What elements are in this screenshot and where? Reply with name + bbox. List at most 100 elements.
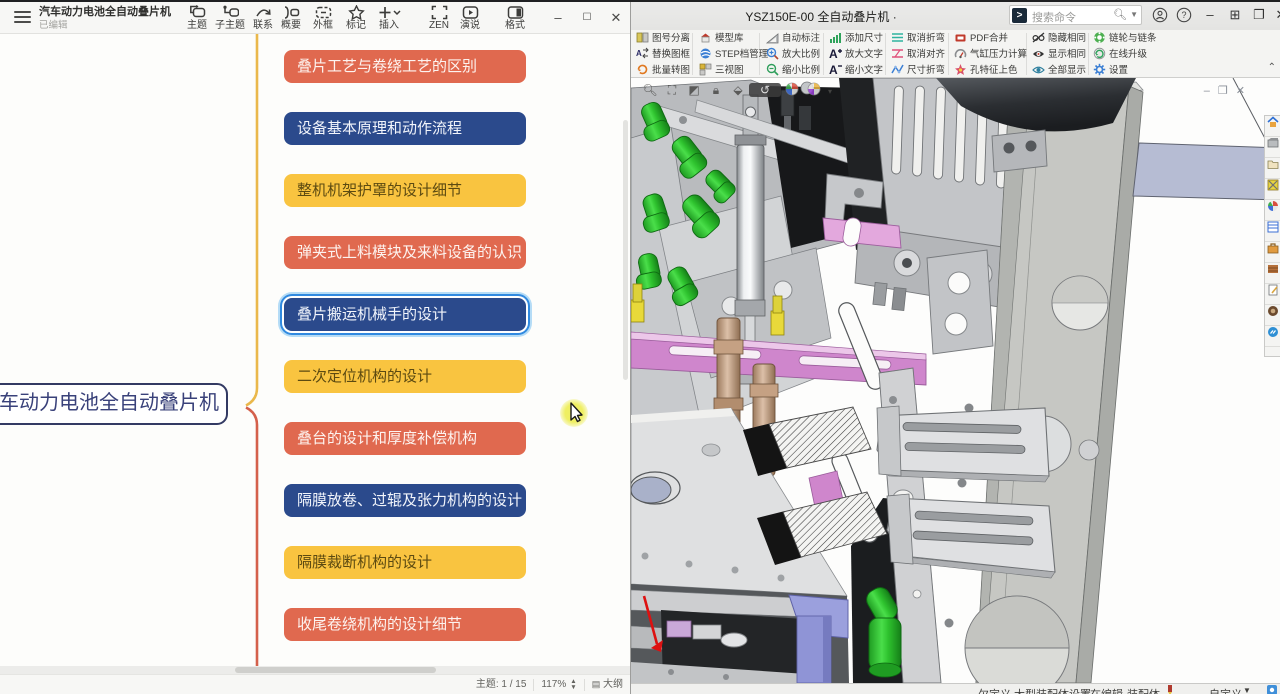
topic-node[interactable]: 叠台的设计和厚度补偿机构 (284, 422, 526, 455)
topic-node[interactable]: 叠片搬运机械手的设计 (284, 298, 526, 331)
document-window-controls[interactable]: –❐✕ (1204, 84, 1253, 97)
cad-tool-sprocket-chain[interactable]: 链轮与链条 (1093, 31, 1157, 47)
materials-icon[interactable] (1265, 263, 1280, 284)
view-palette-icon[interactable] (1265, 179, 1280, 200)
xmind-tool-marker[interactable]: 标记 (339, 5, 373, 31)
toolbar-separator (948, 33, 949, 75)
rotate-dark-icon[interactable]: ↺ (749, 83, 781, 97)
appearances-ball-icon[interactable] (1265, 200, 1280, 221)
command-search-box[interactable]: > 搜索命令 🔍︎ ▼ (1009, 5, 1142, 25)
text-bigger-icon: A (829, 47, 842, 60)
topic-node[interactable]: 弹夹式上料模块及来料设备的认识 (284, 236, 526, 269)
topic-node[interactable]: 收尾卷绕机构的设计细节 (284, 608, 526, 641)
cad-tool-sheet-split[interactable]: 图号分离 (636, 31, 690, 47)
horizontal-scrollbar-thumb[interactable] (235, 667, 436, 673)
toolbar-collapse-icon[interactable]: ⌃ (1268, 62, 1276, 73)
xmind-tool-pitch-play[interactable]: 演说 (453, 5, 487, 31)
root-topic-node[interactable]: 汽车动力电池全自动叠片机 (0, 383, 228, 425)
close-button[interactable]: ✕ (606, 8, 626, 28)
cad-tool-text-smaller[interactable]: A 缩小文字 (829, 63, 883, 79)
topic-node[interactable]: 设备基本原理和动作流程 (284, 112, 526, 145)
xmind-tool-boundary[interactable]: 外框 (306, 5, 340, 31)
heads-up-view-toolbar[interactable]: 🔍︎ ⛶ ◩ 🔒︎ ⬙ ↺ ▾ (639, 81, 835, 99)
xmind-tool-topic[interactable]: 主题 (180, 5, 214, 31)
cad-tool-three-views[interactable]: 三视图 (699, 63, 744, 79)
appearance-ball-icon[interactable] (803, 82, 825, 97)
toolbox-icon[interactable] (1265, 242, 1280, 263)
cad-tool-text-bigger[interactable]: A 放大文字 (829, 47, 883, 63)
cad-tool-replace-frame[interactable]: A 替换图框 (636, 47, 690, 63)
scale-down-icon (766, 63, 779, 76)
zoom-level[interactable]: 117% (541, 678, 566, 692)
account-icon[interactable] (1150, 5, 1170, 25)
help-icon[interactable]: ? (1174, 5, 1194, 25)
minimize-icon[interactable]: – (1200, 5, 1220, 25)
view-cube-icon[interactable]: ⬙ (727, 83, 749, 97)
document-title-block: 汽车动力电池全自动叠片机 已编辑 (39, 5, 171, 31)
home-icon[interactable] (1265, 116, 1280, 137)
tray-icon[interactable] (1267, 685, 1277, 694)
cad-tool-dim-bend[interactable]: 尺寸折弯 (891, 63, 945, 79)
xmind-tool-summary[interactable]: 概要 (274, 5, 308, 31)
cad-tool-add-dimension[interactable]: 添加尺寸 (829, 31, 883, 47)
close-icon[interactable]: ✕ (1271, 5, 1280, 25)
cad-tool-auto-dimension[interactable]: 自动标注 (766, 31, 820, 47)
mindmap-canvas[interactable]: 叠片工艺与卷绕工艺的区别 设备基本原理和动作流程 整机机架护罩的设计细节 弹夹式上料模… (0, 34, 630, 666)
xmind-tool-zen-mode[interactable]: ZEN (422, 5, 456, 31)
cad-tool-cancel-bend[interactable]: 取消折弯 (891, 31, 945, 47)
topic-node[interactable]: 整机机架护罩的设计细节 (284, 174, 526, 207)
cad-tool-settings-gear[interactable]: 设置 (1093, 63, 1128, 79)
links-icon[interactable] (1265, 326, 1280, 347)
topic-node[interactable]: 隔膜放卷、过辊及张力机构的设计 (284, 484, 526, 517)
topic-node[interactable]: 叠片工艺与卷绕工艺的区别 (284, 50, 526, 83)
dropdown-arrow-icon[interactable]: ▼ (1243, 686, 1251, 694)
cad-tool-batch-convert[interactable]: 批量转图 (636, 63, 690, 79)
cad-tool-show-same[interactable]: 显示相同 (1032, 47, 1086, 63)
cad-tool-scale-up[interactable]: 放大比例 (766, 47, 820, 63)
topic-node[interactable]: 二次定位机构的设计 (284, 360, 526, 393)
section-icon[interactable]: ◩ (683, 83, 705, 97)
properties-table-icon[interactable] (1265, 221, 1280, 242)
folder-icon[interactable] (1265, 158, 1280, 179)
show-same-icon (1032, 47, 1045, 60)
show-all-icon (1032, 63, 1045, 76)
minimize-button[interactable]: – (548, 8, 568, 28)
maximize-icon[interactable]: ⊞ (1225, 5, 1245, 25)
cad-tool-scale-down[interactable]: 缩小比例 (766, 63, 820, 79)
document-edit-icon[interactable] (1265, 284, 1280, 305)
zoom-fit-icon[interactable]: 🔍︎ (639, 83, 661, 97)
topic-node[interactable]: 隔膜裁断机构的设计 (284, 546, 526, 579)
dropdown-arrow-icon[interactable]: ▼ (1130, 10, 1138, 19)
cad-tool-show-all[interactable]: 全部显示 (1032, 63, 1086, 79)
maximize-button[interactable]: ☐ (577, 8, 597, 28)
restore-icon[interactable]: ❐ (1249, 5, 1269, 25)
magnifier-icon[interactable]: 🔍︎ (1113, 8, 1127, 21)
design-library-icon[interactable] (1265, 137, 1280, 158)
mouse-cursor-icon (570, 402, 583, 423)
cad-tool-pdf-merge[interactable]: PDF合并 (954, 31, 1008, 47)
cad-tool-hide-same[interactable]: 隐藏相同 (1032, 31, 1086, 47)
vertical-scrollbar-thumb[interactable] (623, 120, 628, 380)
forum-icon[interactable] (1265, 305, 1280, 326)
cad-tool-online-upgrade[interactable]: 在线升级 (1093, 47, 1147, 63)
cad-tool-model-library[interactable]: 模型库 (699, 31, 744, 47)
cad-tool-step-manager[interactable]: STEP档管理 (699, 47, 768, 63)
model-library-icon (699, 31, 712, 44)
horizontal-scrollbar[interactable] (0, 666, 630, 674)
xmind-tool-format-panel[interactable]: 格式 (498, 5, 532, 31)
xmind-tool-subtopic[interactable]: 子主题 (213, 5, 247, 31)
cad-tool-hole-color[interactable]: 孔特征上色 (954, 63, 1018, 79)
outline-toggle[interactable]: ▤ 大纲 (592, 677, 623, 692)
cad-viewport[interactable]: 🔍︎ ⛶ ◩ 🔒︎ ⬙ ↺ ▾ –❐✕ (631, 78, 1280, 683)
zoom-area-icon[interactable]: ⛶ (661, 83, 683, 98)
hamburger-menu-icon[interactable] (14, 11, 31, 25)
xmind-tool-insert-plus-dropdown[interactable]: 插入 (372, 5, 406, 31)
cad-tool-cylinder-pressure[interactable]: 气缸压力计算 (954, 47, 1027, 63)
cad-tool-cancel-align[interactable]: 取消对齐 (891, 47, 945, 63)
zoom-stepper-icon[interactable]: ▲ ▼ (570, 678, 576, 691)
hud-dropdown-icon[interactable]: ▾ (825, 87, 835, 96)
status-customize[interactable]: 自定义 (1209, 686, 1242, 694)
task-pane-strip[interactable] (1264, 115, 1280, 357)
lock-icon[interactable]: 🔒︎ (705, 83, 727, 98)
display-style-icon[interactable] (781, 82, 803, 97)
